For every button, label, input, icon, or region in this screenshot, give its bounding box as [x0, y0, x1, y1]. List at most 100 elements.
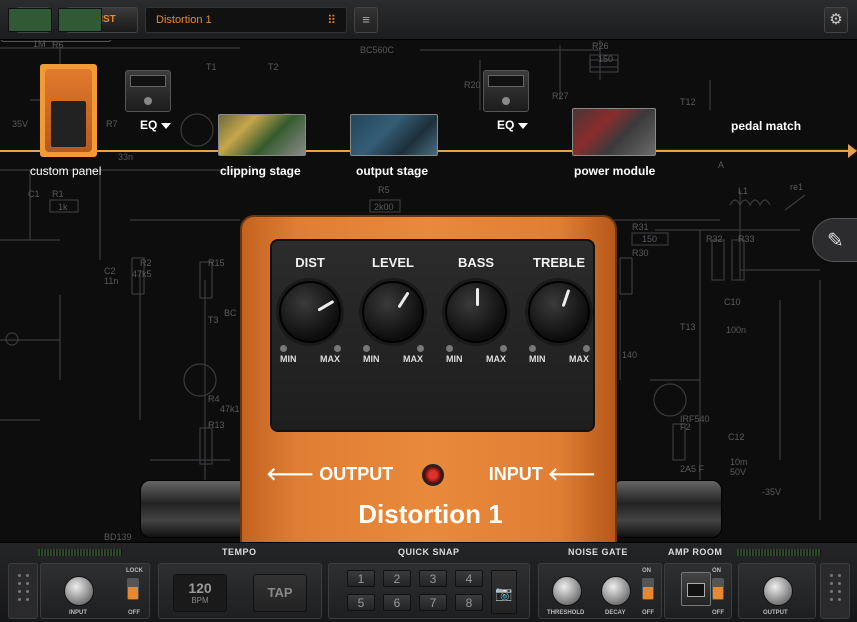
tap-tempo-button[interactable]: TAP — [253, 574, 307, 612]
clipping-stage-label: clipping stage — [220, 164, 301, 178]
bpm-value: 120 — [188, 580, 212, 596]
input-label: INPUT 🡐 — [488, 464, 596, 484]
svg-text:100n: 100n — [726, 325, 746, 335]
right-side-grip — [820, 563, 850, 619]
decay-label: DECAY — [605, 610, 626, 616]
output-panel: OUTPUT — [738, 563, 816, 619]
level-max-label: MAX — [403, 354, 423, 364]
eq-1-dropdown[interactable]: EQ — [140, 118, 171, 132]
lock-off-label: OFF — [128, 610, 140, 616]
amp-room-button[interactable] — [681, 572, 711, 606]
svg-text:R5: R5 — [378, 185, 390, 195]
app-window: 1M R6 35V R7 C1 R1 1k C2 11n R2 47k5 R15 BC T3 R4 … — [0, 0, 857, 622]
treble-min-led — [529, 345, 536, 352]
snap-button-6[interactable]: 6 — [383, 594, 411, 611]
left-side-grip — [8, 563, 38, 619]
svg-text:R31: R31 — [632, 222, 649, 232]
tempo-title: TEMPO — [222, 547, 257, 557]
svg-text:C2: C2 — [104, 266, 116, 276]
chain-module-custom-panel[interactable] — [40, 64, 97, 157]
svg-text:2k00: 2k00 — [374, 202, 394, 212]
threshold-knob[interactable] — [552, 576, 582, 606]
bass-max-led — [500, 345, 507, 352]
bpm-display[interactable]: 120 BPM — [173, 574, 227, 612]
snap-button-5[interactable]: 5 — [347, 594, 375, 611]
pedal-name: Distortion 1 — [358, 499, 503, 529]
distortion-pedal: DIST MIN MAX LEVEL MIN MAX BASS MIN MAX … — [240, 215, 617, 555]
noise-gate-panel: THRESHOLD DECAY ON OFF — [538, 563, 662, 619]
svg-text:T1: T1 — [206, 62, 217, 72]
amp-room-panel: ON OFF — [664, 563, 732, 619]
bass-knob[interactable] — [445, 281, 507, 343]
grid-dots-icon[interactable]: ⠿ — [327, 13, 336, 27]
power-module-label: power module — [574, 164, 656, 178]
level-min-label: MIN — [363, 354, 380, 364]
lock-toggle[interactable] — [127, 578, 139, 600]
settings-button[interactable]: ⚙ — [824, 7, 848, 33]
dist-max-label: MAX — [320, 354, 340, 364]
treble-knob[interactable] — [528, 281, 590, 343]
knob-label-bass: BASS — [457, 255, 495, 270]
bass-min-label: MIN — [446, 354, 463, 364]
bpm-unit: BPM — [191, 596, 209, 605]
level-knob[interactable] — [362, 281, 424, 343]
svg-text:R2: R2 — [140, 258, 152, 268]
chain-module-eq-1[interactable] — [125, 70, 171, 112]
output-stage-label: output stage — [356, 164, 428, 178]
quick-snap-panel: 1 2 3 4 5 6 7 8 📷 — [328, 563, 530, 619]
noise-gate-toggle[interactable] — [642, 578, 654, 600]
svg-text:50V: 50V — [730, 467, 746, 477]
pedal-status-led — [422, 464, 444, 486]
snap-button-4[interactable]: 4 — [455, 570, 483, 587]
treble-max-label: MAX — [569, 354, 589, 364]
chain-module-power-module[interactable] — [572, 108, 656, 156]
menu-button[interactable]: ≡ — [354, 7, 378, 33]
input-gain-knob[interactable] — [64, 576, 94, 606]
gear-icon: ⚙ — [829, 11, 843, 28]
svg-text:F2: F2 — [680, 422, 691, 432]
input-cable-jack — [612, 480, 722, 538]
snap-button-3[interactable]: 3 — [419, 570, 447, 587]
snap-button-1[interactable]: 1 — [347, 570, 375, 587]
pedal-control-panel: DIST MIN MAX LEVEL MIN MAX BASS MIN MAX … — [270, 239, 595, 432]
svg-text:A: A — [718, 160, 724, 170]
hamburger-icon: ≡ — [362, 12, 370, 27]
input-text: INPUT — [488, 464, 543, 484]
treble-min-label: MIN — [529, 354, 546, 364]
amp-room-toggle[interactable] — [712, 578, 724, 600]
knob-label-dist: DIST — [295, 255, 325, 270]
svg-text:33n: 33n — [118, 152, 133, 162]
knob-label-treble: TREBLE — [533, 255, 585, 270]
svg-text:T13: T13 — [680, 322, 696, 332]
snap-button-8[interactable]: 8 — [455, 594, 483, 611]
svg-text:R26: R26 — [592, 41, 609, 51]
threshold-label: THRESHOLD — [547, 610, 585, 616]
output-cable-jack — [140, 480, 250, 538]
noise-gate-on-label: ON — [642, 568, 651, 574]
chain-module-clipping-stage[interactable] — [218, 114, 306, 156]
svg-text:L1: L1 — [738, 186, 748, 196]
level-max-led — [417, 345, 424, 352]
output-volume-knob[interactable] — [763, 576, 793, 606]
preset-selector[interactable]: Distortion 1 ⠿ — [145, 7, 347, 33]
input-knob-label: INPUT — [69, 610, 87, 616]
svg-text:R20: R20 — [464, 80, 481, 90]
chain-module-eq-2[interactable] — [483, 70, 529, 112]
snap-button-2[interactable]: 2 — [383, 570, 411, 587]
custom-panel-thumbnail — [45, 69, 92, 152]
pencil-icon: ✎ — [827, 230, 844, 252]
decay-knob[interactable] — [601, 576, 631, 606]
input-level-meter — [38, 549, 122, 556]
edit-button[interactable]: ✎ — [812, 218, 857, 262]
chain-module-output-stage[interactable] — [350, 114, 438, 156]
bass-min-led — [446, 345, 453, 352]
amp-icon — [687, 583, 705, 597]
svg-text:150: 150 — [642, 234, 657, 244]
snap-button-7[interactable]: 7 — [419, 594, 447, 611]
svg-text:BD139: BD139 — [104, 532, 132, 542]
eq-2-dropdown[interactable]: EQ — [497, 118, 528, 132]
svg-text:T2: T2 — [268, 62, 279, 72]
dist-knob[interactable] — [279, 281, 341, 343]
snapshot-camera-button[interactable]: 📷 — [491, 570, 517, 614]
svg-text:1k: 1k — [58, 202, 68, 212]
